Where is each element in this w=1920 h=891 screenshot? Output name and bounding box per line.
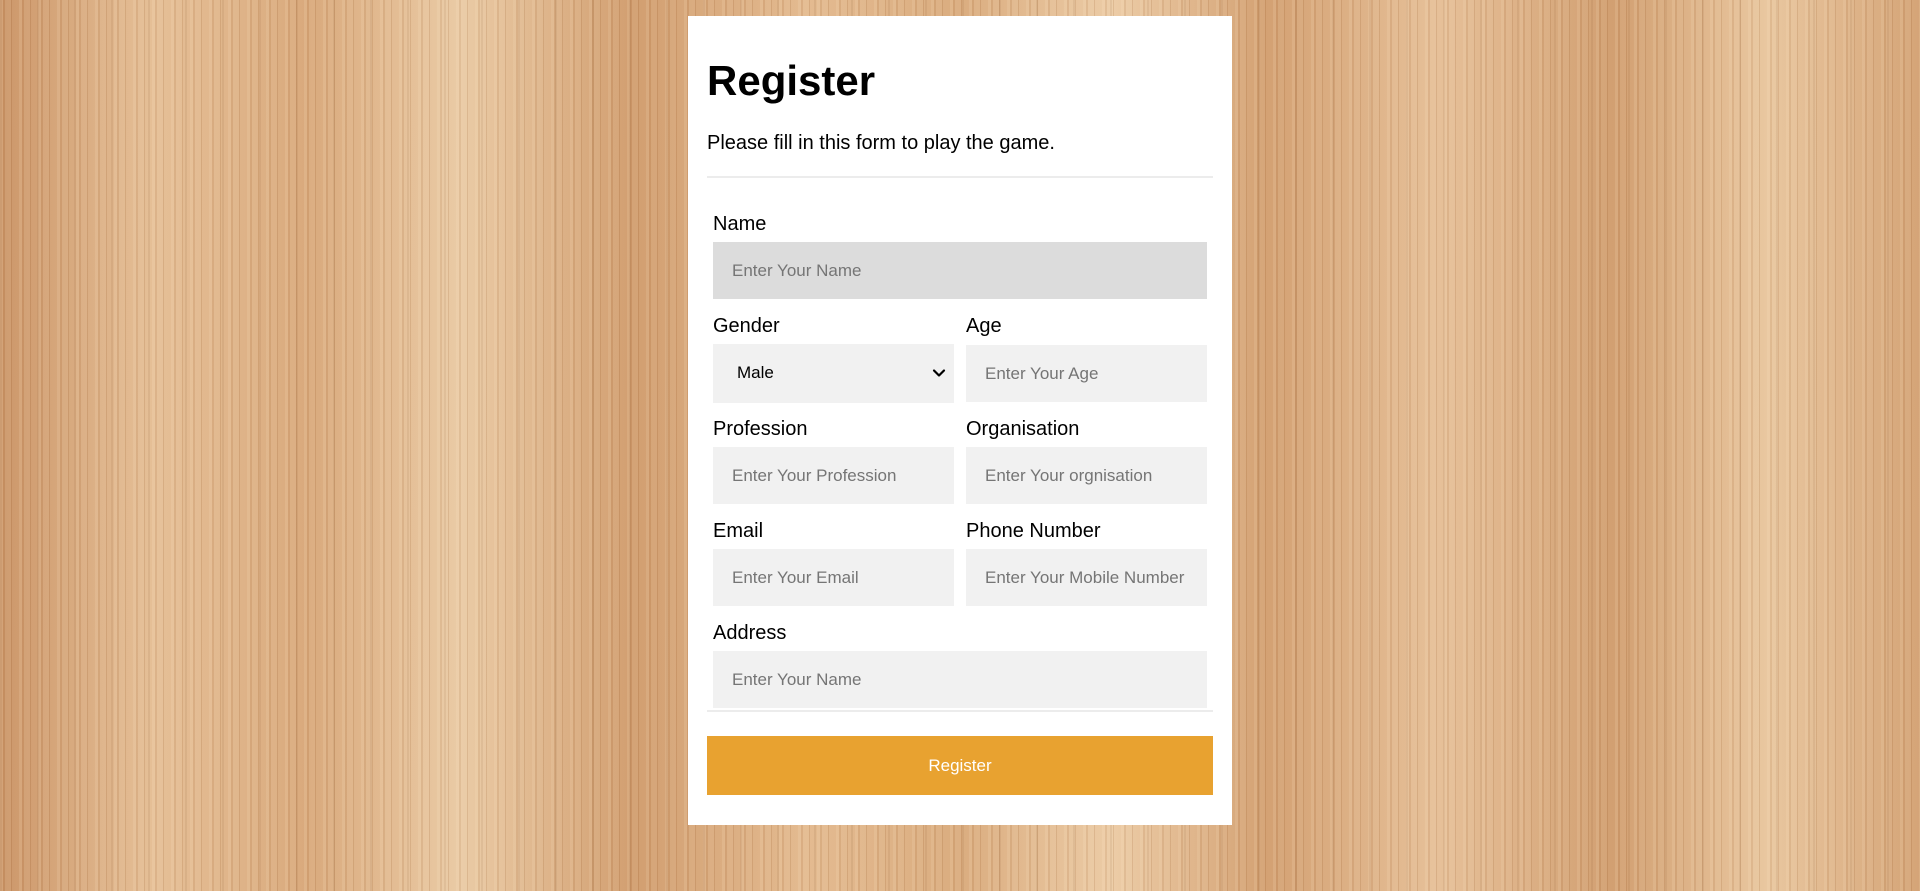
phone-label: Phone Number bbox=[966, 520, 1101, 542]
register-button[interactable]: Register bbox=[707, 736, 1213, 795]
top-divider bbox=[707, 176, 1213, 178]
profession-input[interactable] bbox=[713, 447, 954, 504]
address-input[interactable] bbox=[713, 651, 1207, 708]
email-input[interactable] bbox=[713, 549, 954, 606]
age-label: Age bbox=[966, 315, 1002, 337]
bottom-divider bbox=[707, 710, 1213, 712]
chevron-down-icon bbox=[932, 369, 946, 377]
name-input[interactable] bbox=[713, 242, 1207, 299]
age-input[interactable] bbox=[966, 345, 1207, 402]
gender-selected-value: Male bbox=[737, 363, 774, 382]
organisation-label: Organisation bbox=[966, 418, 1080, 440]
form-subtitle: Please fill in this form to play the gam… bbox=[707, 132, 1055, 154]
organisation-input[interactable] bbox=[966, 447, 1207, 504]
page-title: Register bbox=[707, 57, 876, 104]
email-label: Email bbox=[713, 520, 764, 542]
address-label: Address bbox=[713, 622, 787, 644]
name-label: Name bbox=[713, 213, 767, 235]
profession-label: Profession bbox=[713, 418, 808, 440]
gender-label: Gender bbox=[713, 315, 780, 337]
phone-input[interactable] bbox=[966, 549, 1207, 606]
gender-select[interactable]: Male bbox=[713, 344, 954, 403]
register-card: Register Please fill in this form to pla… bbox=[688, 16, 1232, 825]
